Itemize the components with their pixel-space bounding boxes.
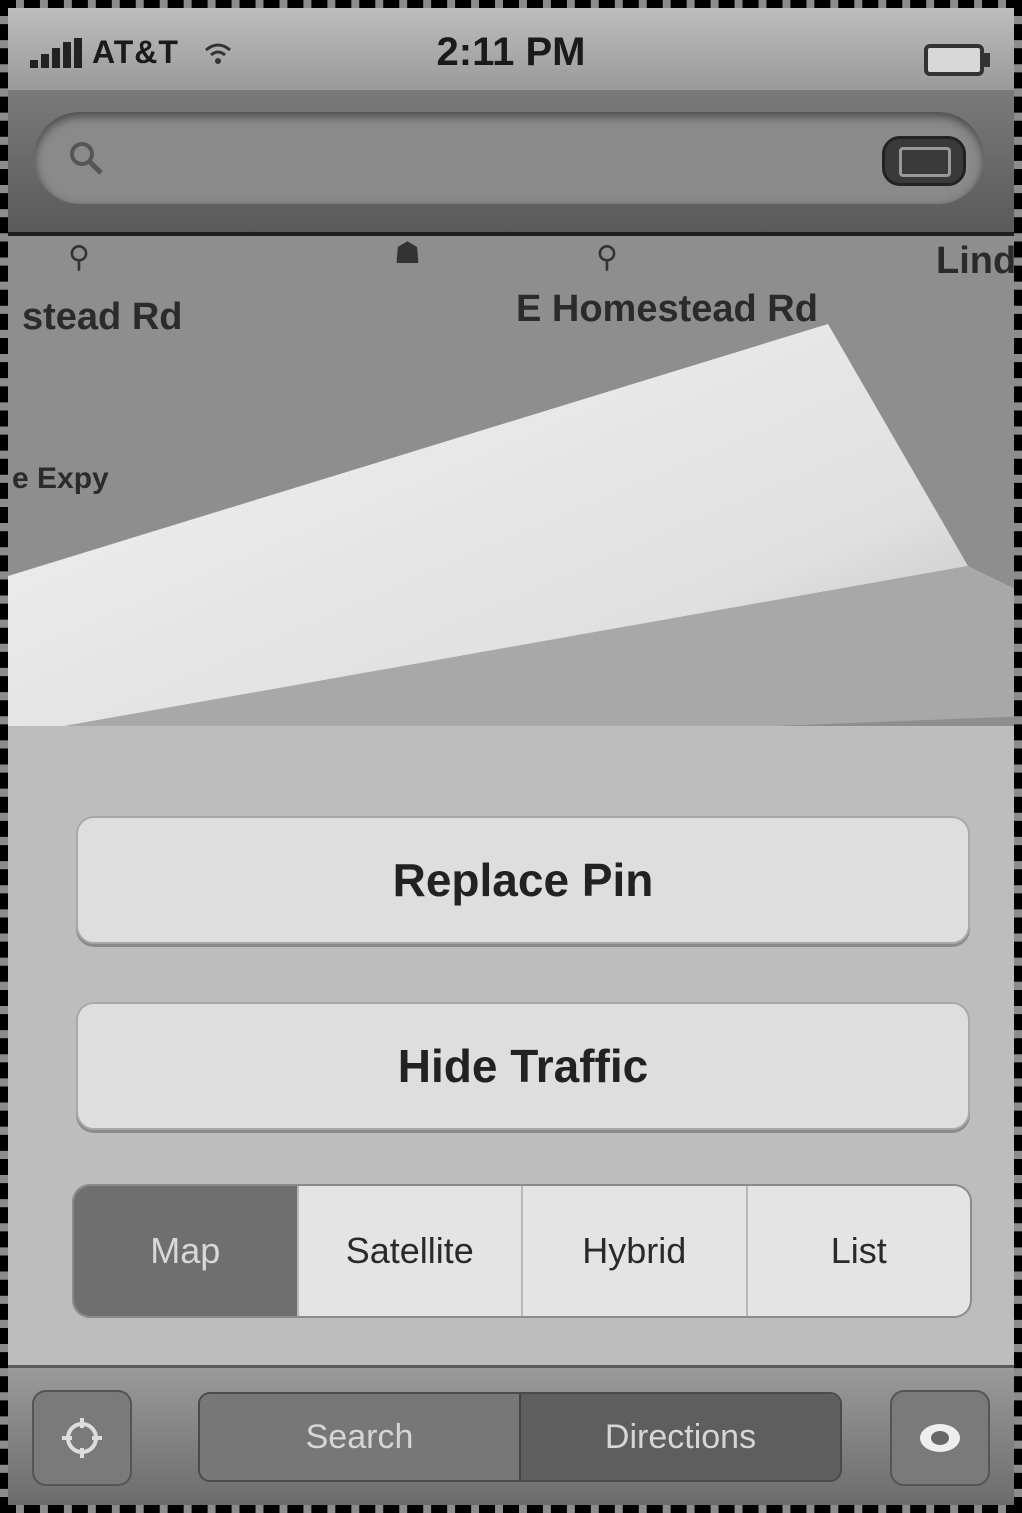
search-toolbar <box>8 90 1014 236</box>
map-type-segmented-control: Map Satellite Hybrid List <box>72 1184 972 1318</box>
search-input[interactable] <box>124 134 864 184</box>
directions-tab[interactable]: Directions <box>519 1394 840 1480</box>
map-type-list[interactable]: List <box>745 1186 970 1316</box>
hide-traffic-button[interactable]: Hide Traffic <box>76 1002 970 1130</box>
replace-pin-button[interactable]: Replace Pin <box>76 816 970 944</box>
search-field-container <box>34 112 984 204</box>
page-curl-button[interactable] <box>890 1390 990 1486</box>
search-directions-control: Search Directions <box>198 1392 842 1482</box>
map-type-map[interactable]: Map <box>74 1186 297 1316</box>
bookmarks-button[interactable] <box>882 136 966 186</box>
map-type-satellite[interactable]: Satellite <box>296 1186 521 1316</box>
status-time: 2:11 PM <box>436 30 586 74</box>
page-curl-icon <box>920 1424 960 1452</box>
search-tab[interactable]: Search <box>200 1394 519 1480</box>
bottom-toolbar: Search Directions <box>8 1365 1014 1505</box>
search-icon <box>70 142 103 175</box>
locate-me-button[interactable] <box>32 1390 132 1486</box>
map-type-hybrid[interactable]: Hybrid <box>521 1186 746 1316</box>
battery-icon <box>924 44 990 76</box>
location-icon <box>62 1418 102 1458</box>
status-bar: AT&T 2:11 PM <box>8 8 1014 90</box>
bookmarks-icon <box>899 147 951 177</box>
phone-screen: AT&T 2:11 PM ⚲ ☗ ⚲ Lindt stead Rd E Home… <box>0 0 1022 1513</box>
